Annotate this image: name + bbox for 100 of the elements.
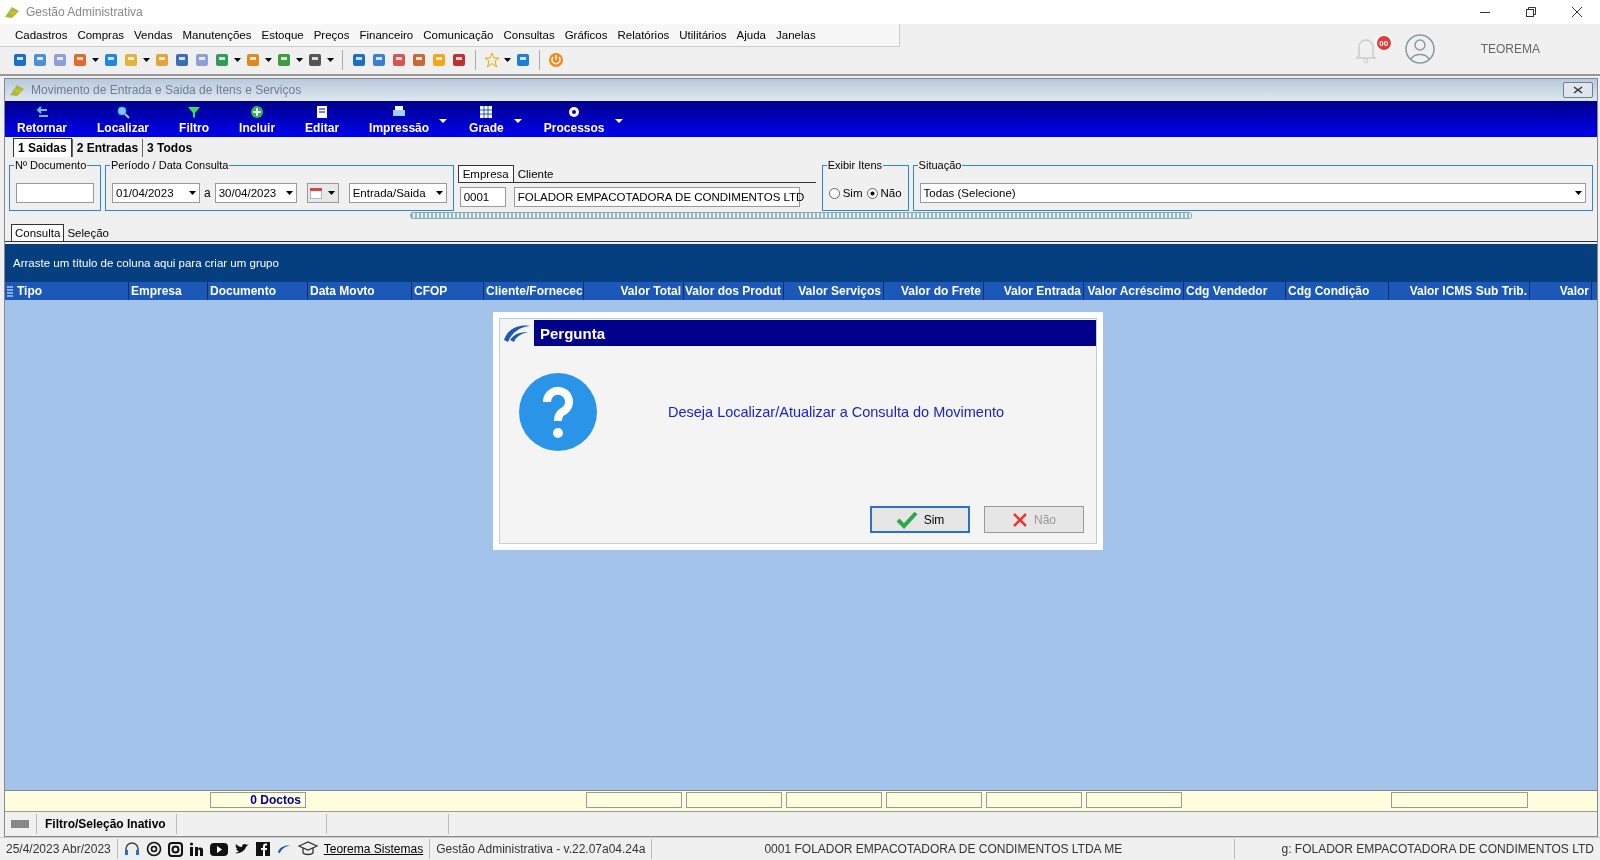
column-header[interactable]: Cliente/Fornecec bbox=[484, 282, 584, 300]
caret-icon[interactable] bbox=[143, 58, 150, 62]
company-field[interactable]: 0001 bbox=[459, 187, 506, 207]
dialog-message: Deseja Localizar/Atualizar a Consulta do Movimento bbox=[668, 403, 1005, 420]
caret-icon[interactable] bbox=[614, 119, 623, 123]
menu-item[interactable]: Estoque bbox=[256, 29, 309, 41]
menu-item[interactable]: Gráficos bbox=[559, 29, 613, 41]
toolbar-button[interactable]: Filtro bbox=[171, 105, 218, 137]
close-icon bbox=[1012, 511, 1028, 528]
group-label: Situação bbox=[917, 159, 963, 171]
plus-icon bbox=[250, 105, 265, 119]
radio-button[interactable] bbox=[866, 187, 878, 199]
column-header[interactable]: Valor Entrada bbox=[984, 282, 1084, 300]
caret-icon bbox=[327, 191, 335, 195]
tab[interactable]: Consulta bbox=[11, 224, 65, 241]
toolbar-button[interactable]: Grade bbox=[461, 105, 512, 137]
document-field[interactable] bbox=[16, 183, 94, 203]
yes-button[interactable]: Sim bbox=[870, 506, 970, 533]
menu-item[interactable]: Utilitários bbox=[674, 29, 732, 41]
menu-item[interactable]: Preços bbox=[308, 29, 355, 41]
caret-icon[interactable] bbox=[296, 58, 303, 62]
status-dropdown[interactable]: Todas (Selecione) bbox=[919, 183, 1586, 203]
column-header[interactable]: Valor do Frete bbox=[884, 282, 984, 300]
type-dropdown[interactable]: Entrada/Saida bbox=[348, 183, 447, 203]
caret-icon[interactable] bbox=[327, 58, 334, 62]
caret-icon[interactable] bbox=[265, 58, 272, 62]
column-header[interactable]: Valor bbox=[1530, 282, 1592, 300]
caret-icon bbox=[504, 58, 511, 62]
toolbar-button[interactable]: Localizar bbox=[89, 105, 158, 137]
notification-badge: 00 bbox=[1374, 34, 1393, 52]
toolbar-button[interactable]: Impressão bbox=[361, 105, 438, 137]
tab[interactable]: 1 Saidas bbox=[13, 138, 72, 157]
column-header[interactable]: Tipo bbox=[5, 282, 129, 300]
menu-item[interactable]: Consultas bbox=[498, 29, 560, 41]
toolbar-button[interactable]: Retornar bbox=[9, 105, 75, 137]
edit-icon bbox=[315, 105, 330, 119]
column-header[interactable]: Valor Acréscimo bbox=[1084, 282, 1184, 300]
splitter-handle[interactable] bbox=[410, 211, 1192, 219]
social-square-icon[interactable] bbox=[255, 842, 270, 856]
menu-item[interactable]: Financeiro bbox=[354, 29, 419, 41]
menu-item[interactable]: Vendas bbox=[129, 29, 178, 41]
caret-icon[interactable] bbox=[92, 58, 99, 62]
caret-icon bbox=[189, 191, 196, 195]
column-header[interactable]: Cdg Vendedor bbox=[1184, 282, 1286, 300]
radio-label[interactable]: Sim bbox=[842, 187, 863, 199]
caret-icon[interactable] bbox=[234, 58, 241, 62]
radio-label[interactable]: Não bbox=[880, 187, 902, 199]
column-header[interactable]: Documento bbox=[208, 282, 308, 300]
minimize-icon[interactable] bbox=[1480, 11, 1490, 13]
radio-button[interactable] bbox=[828, 187, 840, 199]
website-link[interactable]: Teorema Sistemas bbox=[323, 842, 424, 856]
grip-icon[interactable] bbox=[7, 285, 13, 297]
menu-item[interactable]: Comunicação bbox=[418, 29, 499, 41]
group-hint: Arraste um título de coluna aqui para criar um grupo bbox=[13, 257, 279, 269]
headset-icon[interactable] bbox=[123, 841, 140, 857]
menu-item[interactable]: Relatórios bbox=[612, 29, 675, 41]
date-field[interactable]: 01/04/2023 bbox=[112, 183, 200, 203]
return-arrow-icon bbox=[35, 105, 49, 119]
window-title: Gestão Administrativa bbox=[26, 5, 143, 19]
app-logo-icon bbox=[9, 83, 25, 97]
menu-item[interactable]: Ajuda bbox=[731, 29, 771, 41]
column-header[interactable]: Empresa bbox=[129, 282, 208, 300]
dialog-title: Pergunta bbox=[534, 320, 1096, 346]
play-icon[interactable] bbox=[209, 842, 228, 856]
user-name: TEOREMA bbox=[1480, 42, 1540, 56]
menu-item[interactable]: Manutenções bbox=[177, 29, 257, 41]
star-icon[interactable] bbox=[484, 52, 500, 68]
toolbar-button[interactable]: Editar bbox=[297, 105, 348, 137]
caret-icon bbox=[285, 191, 293, 195]
camera-icon[interactable] bbox=[167, 841, 183, 857]
caret-icon[interactable] bbox=[439, 119, 448, 123]
user-avatar-icon[interactable] bbox=[1404, 34, 1435, 64]
column-header[interactable]: CFOP bbox=[412, 282, 484, 300]
filter-status: Filtro/Seleção Inativo bbox=[37, 814, 177, 834]
menu-item[interactable]: Compras bbox=[72, 29, 130, 41]
toolbar-button[interactable]: Incluir bbox=[231, 105, 284, 137]
calendar-button[interactable] bbox=[306, 183, 339, 203]
caret-icon[interactable] bbox=[513, 119, 522, 123]
bird-icon[interactable] bbox=[233, 842, 250, 856]
tab[interactable]: Cliente bbox=[513, 166, 558, 182]
graduation-cap-icon[interactable] bbox=[297, 841, 318, 857]
logo-icon[interactable] bbox=[275, 842, 292, 856]
count-field: 0 Doctos bbox=[210, 792, 306, 808]
column-header[interactable]: Data Movto bbox=[308, 282, 412, 300]
search-icon bbox=[116, 105, 131, 119]
column-header[interactable]: Valor Total bbox=[584, 282, 684, 300]
restore-icon[interactable] bbox=[1526, 7, 1536, 17]
menu-item[interactable]: Cadastros bbox=[10, 29, 73, 41]
close-button[interactable] bbox=[1563, 82, 1593, 98]
tab[interactable]: Seleção bbox=[64, 225, 112, 241]
tab[interactable]: Empresa bbox=[457, 165, 514, 182]
column-header[interactable]: Valor ICMS Sub Trib. bbox=[1389, 282, 1530, 300]
toolbar-button[interactable]: Processos bbox=[535, 105, 613, 137]
date-field[interactable]: 30/04/2023 bbox=[214, 183, 297, 203]
close-icon[interactable] bbox=[1572, 7, 1582, 17]
column-header[interactable]: Valor dos Produt bbox=[684, 282, 784, 300]
column-header[interactable]: Valor Serviços bbox=[784, 282, 884, 300]
menu-item[interactable]: Janelas bbox=[771, 29, 821, 41]
column-header[interactable]: Cdg Condição bbox=[1286, 282, 1389, 300]
app-logo-icon bbox=[4, 5, 20, 19]
